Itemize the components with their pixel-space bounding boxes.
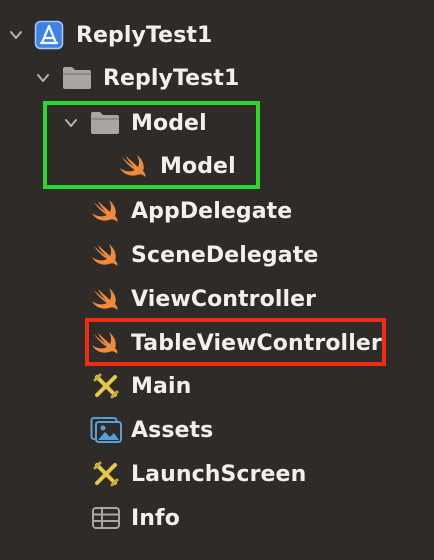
navigator-row-group[interactable]: ReplyTest1 (0, 57, 434, 99)
swift-file-icon (89, 327, 123, 359)
navigator-row-label: ViewController (131, 286, 317, 312)
folder-icon (60, 62, 94, 94)
navigator-row-file[interactable]: Info (0, 497, 434, 539)
swift-file-icon (89, 283, 123, 315)
navigator-row-file[interactable]: Main (0, 365, 434, 407)
navigator-row-file[interactable]: AppDelegate (0, 190, 434, 232)
storyboard-icon (89, 370, 123, 402)
swift-file-icon (89, 195, 123, 227)
xcode-project-icon (32, 19, 66, 51)
folder-icon (88, 107, 122, 139)
navigator-row-file[interactable]: TableViewController (0, 322, 434, 364)
navigator-row-label: Model (131, 110, 207, 136)
navigator-row-label: AppDelegate (131, 198, 293, 224)
project-navigator: ReplyTest1 ReplyTest1 Model Model AppDel… (0, 0, 434, 560)
navigator-row-model-group[interactable]: Model (0, 102, 434, 144)
navigator-row-label: Info (131, 505, 180, 531)
swift-file-icon (117, 150, 151, 182)
navigator-row-file[interactable]: Model (0, 145, 434, 187)
navigator-row-file[interactable]: ViewController (0, 278, 434, 320)
navigator-row-label: ReplyTest1 (103, 65, 240, 91)
navigator-row-label: Assets (131, 417, 214, 443)
navigator-row-label: LaunchScreen (131, 461, 307, 487)
navigator-row-file[interactable]: Assets (0, 409, 434, 451)
navigator-row-label: ReplyTest1 (76, 22, 213, 48)
chevron-down-icon[interactable] (63, 115, 79, 131)
navigator-row-label: Main (131, 373, 192, 399)
navigator-row-label: TableViewController (131, 330, 382, 356)
navigator-row-project[interactable]: ReplyTest1 (0, 14, 434, 56)
swift-file-icon (89, 239, 123, 271)
chevron-down-icon[interactable] (8, 27, 24, 43)
navigator-row-label: SceneDelegate (131, 242, 319, 268)
navigator-row-file[interactable]: SceneDelegate (0, 234, 434, 276)
navigator-row-file[interactable]: LaunchScreen (0, 453, 434, 495)
storyboard-icon (89, 458, 123, 490)
plist-icon (89, 502, 123, 534)
navigator-row-label: Model (160, 153, 236, 179)
asset-catalog-icon (89, 414, 123, 446)
chevron-down-icon[interactable] (35, 70, 51, 86)
